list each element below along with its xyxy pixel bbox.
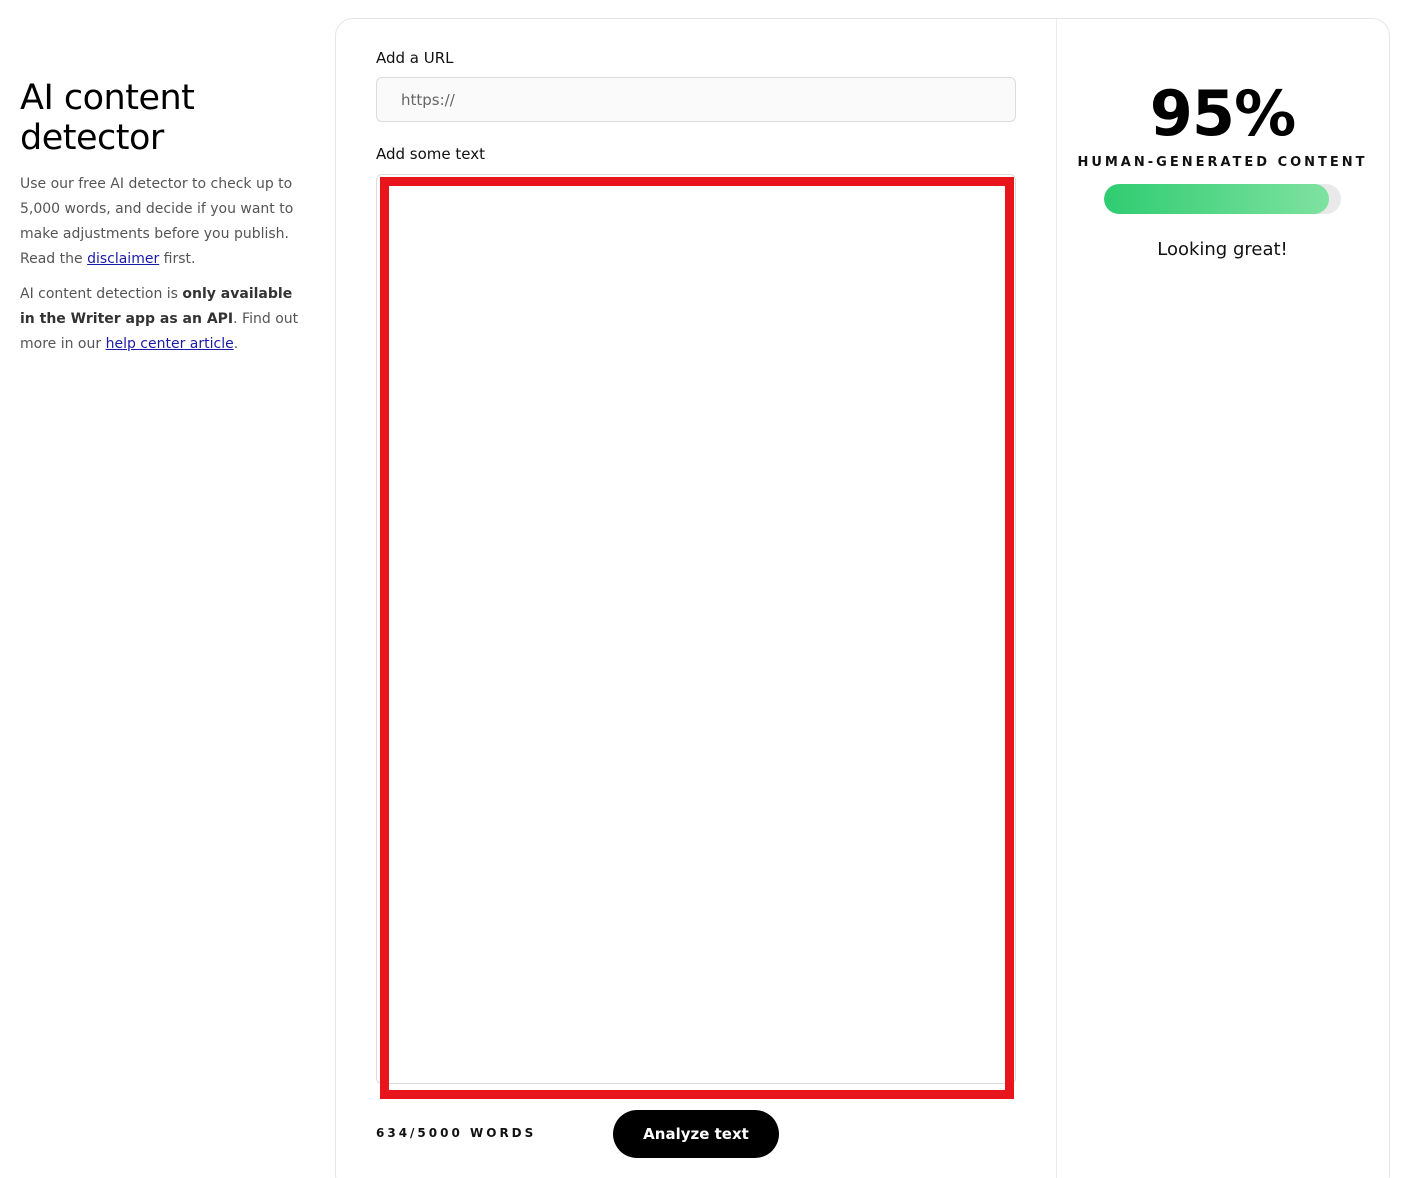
text-label: Add some text	[376, 145, 486, 163]
score-label: HUMAN-GENERATED CONTENT	[1077, 155, 1368, 170]
url-input[interactable]	[376, 77, 1016, 122]
verdict-text: Looking great!	[1157, 239, 1288, 260]
word-count: 634/5000 WORDS	[376, 1126, 537, 1140]
page-title: AI content detector	[20, 78, 195, 158]
intro-paragraph-2: AI content detection is only available i…	[20, 286, 299, 352]
panel-divider	[1056, 19, 1057, 1178]
score-progress-bar	[1104, 184, 1341, 214]
score-progress-fill	[1104, 184, 1330, 214]
intro-paragraph-1: Use our free AI detector to check up to …	[20, 176, 294, 267]
text-area-container	[376, 174, 1016, 1084]
text-input[interactable]	[377, 175, 1015, 1083]
analyze-button[interactable]: Analyze text	[613, 1110, 779, 1158]
disclaimer-link[interactable]: disclaimer	[87, 251, 159, 267]
url-label: Add a URL	[376, 49, 454, 67]
detector-card: Add a URL Add some text 634/5000 WORDS A…	[335, 18, 1390, 1178]
page: AI content detector Use our free AI dete…	[0, 0, 1405, 1178]
help-center-link[interactable]: help center article	[106, 336, 234, 352]
score-value: 95%	[1149, 77, 1296, 150]
intro-section: AI content detector Use our free AI dete…	[20, 78, 310, 357]
